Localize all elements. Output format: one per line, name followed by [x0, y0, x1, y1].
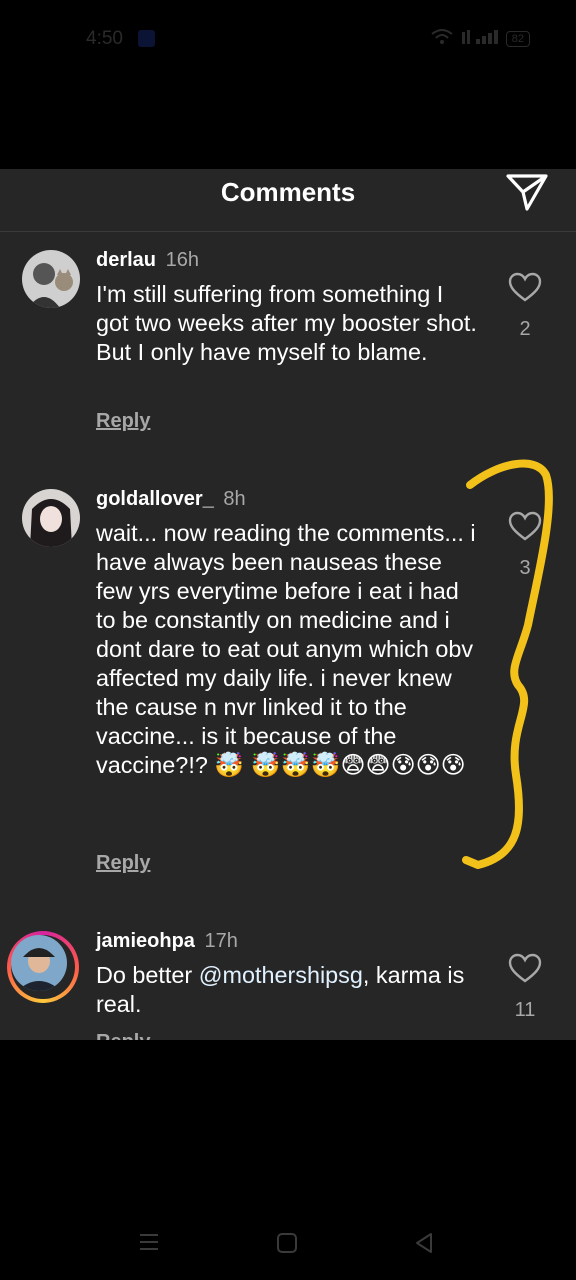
username[interactable]: jamieohpa	[96, 930, 195, 952]
avatar[interactable]	[22, 489, 80, 547]
avatar	[11, 935, 67, 991]
status-icons: 82	[430, 28, 530, 49]
heart-icon[interactable]	[508, 953, 542, 985]
like-count: 3	[519, 557, 531, 579]
reply-button[interactable]: Reply	[96, 410, 150, 433]
page-title: Comments	[220, 177, 356, 207]
like-count: 2	[519, 318, 531, 340]
heart-icon[interactable]	[508, 511, 542, 543]
comment-meta: derlau 16h	[96, 249, 199, 272]
reply-button[interactable]: Reply	[96, 852, 150, 875]
avatar[interactable]	[22, 250, 80, 308]
home-icon[interactable]	[276, 1232, 298, 1254]
back-icon[interactable]	[414, 1232, 434, 1254]
timestamp: 16h	[165, 249, 199, 271]
sheet-header: Comments	[0, 169, 576, 232]
comment-text: I'm still suffering from something I got…	[96, 281, 477, 365]
comment-body: wait... now reading the comments... i ha…	[96, 520, 476, 778]
reply-button[interactable]: Reply	[96, 1031, 150, 1040]
story-ring[interactable]	[7, 931, 79, 1003]
username[interactable]: goldallover_	[96, 488, 214, 510]
app-notification-icon	[138, 30, 155, 47]
wifi-icon	[430, 28, 454, 49]
status-time: 4:50	[86, 28, 123, 49]
comment-meta: jamieohpa 17h	[96, 930, 238, 953]
status-bar: 4:50 82	[0, 0, 576, 78]
like-count: 11	[514, 999, 536, 1021]
comment-text: wait... now reading the comments... i ha…	[96, 519, 482, 780]
menu-icon[interactable]	[138, 1232, 160, 1252]
timestamp: 17h	[204, 930, 238, 952]
comments-sheet: Comments derlau 16h I'm still suffering …	[0, 169, 576, 1040]
timestamp: 8h	[223, 488, 246, 510]
battery-icon: 82	[505, 30, 530, 47]
comment-text: Do better @mothershipsg, karma is real.	[96, 961, 482, 1019]
send-icon[interactable]	[502, 171, 550, 215]
comment-meta: goldallover_ 8h	[96, 488, 246, 511]
username[interactable]: derlau	[96, 249, 156, 271]
mention-link[interactable]: @mothershipsg	[199, 962, 363, 988]
heart-icon[interactable]	[508, 272, 542, 304]
comment-text-prefix: Do better	[96, 962, 199, 988]
signal-icon	[461, 28, 498, 49]
emoji-row: 🤯 🤯🤯🤯😨😨😰😰😰	[214, 752, 466, 779]
